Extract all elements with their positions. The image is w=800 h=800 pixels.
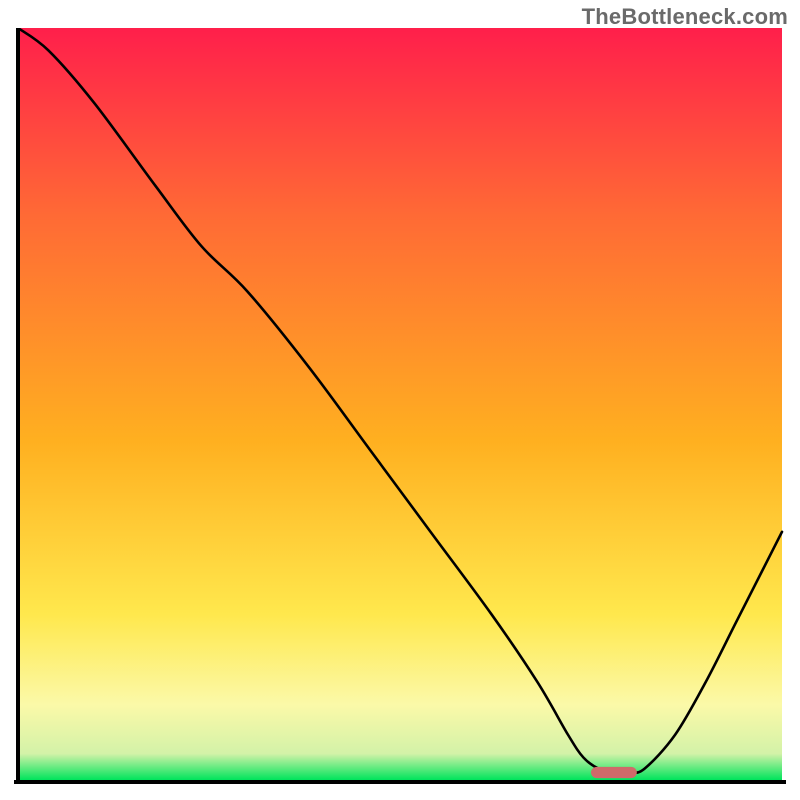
plot-area [14, 28, 786, 788]
optimal-marker [591, 767, 637, 778]
chart-frame: TheBottleneck.com [0, 0, 800, 800]
watermark-text: TheBottleneck.com [582, 4, 788, 30]
plot-svg [14, 28, 786, 788]
gradient-background [18, 28, 782, 780]
